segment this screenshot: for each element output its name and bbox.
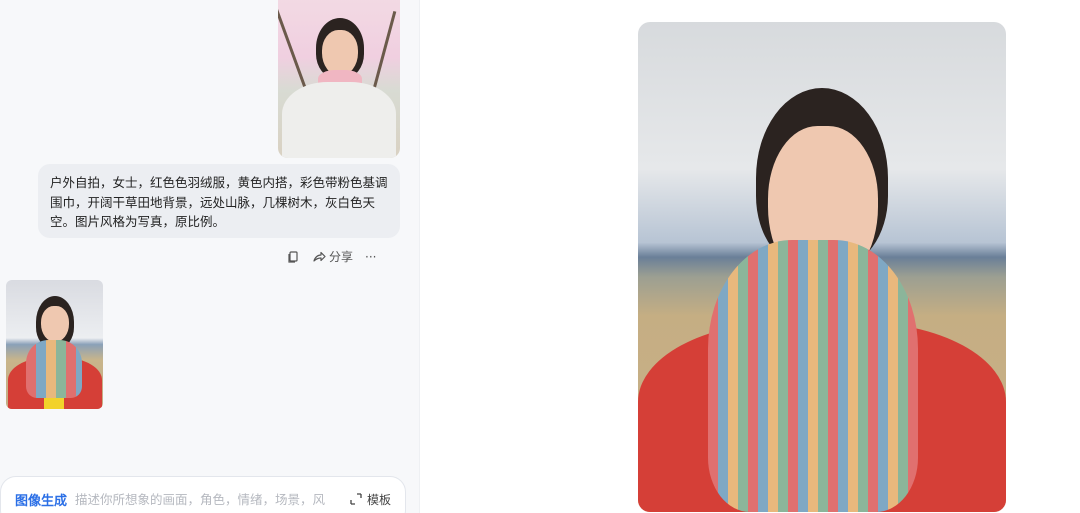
prompt-input-bar: 图像生成 模板 [0,476,406,513]
expand-icon [350,493,362,505]
colorful-scarf [708,240,918,512]
more-icon: ··· [365,249,377,264]
share-label: 分享 [329,250,354,264]
copy-button[interactable] [286,250,300,264]
generated-image-thumbnail[interactable] [6,280,103,409]
face [41,306,69,342]
prompt-input[interactable] [75,491,341,507]
prompt-message: 户外自拍，女士，红色色羽绒服，黄色内搭，彩色带粉色基调围巾，开阔干草田地背景，远… [38,164,400,238]
image-generation-mode[interactable]: 图像生成 [15,490,67,509]
share-button[interactable]: 分享 [312,248,353,265]
white-jacket [282,82,396,158]
reference-image-blossom[interactable] [278,0,400,158]
colorful-scarf [26,340,82,398]
chat-panel: 户外自拍，女士，红色色羽绒服，黄色内搭，彩色带粉色基调围巾，开阔干草田地背景，远… [0,0,420,513]
tree-branch [372,10,397,90]
prompt-text: 户外自拍，女士，红色色羽绒服，黄色内搭，彩色带粉色基调围巾，开阔干草田地背景，远… [50,175,388,229]
share-icon [313,251,326,262]
more-button[interactable]: ··· [365,250,376,264]
copy-icon [288,250,298,263]
template-label: 模板 [366,492,391,507]
input-row: 图像生成 模板 [15,477,391,513]
generated-image-preview[interactable] [638,22,1006,512]
template-button[interactable]: 模板 [349,491,391,508]
message-actions: 分享 ··· [286,248,376,265]
tree-branch [278,2,307,88]
